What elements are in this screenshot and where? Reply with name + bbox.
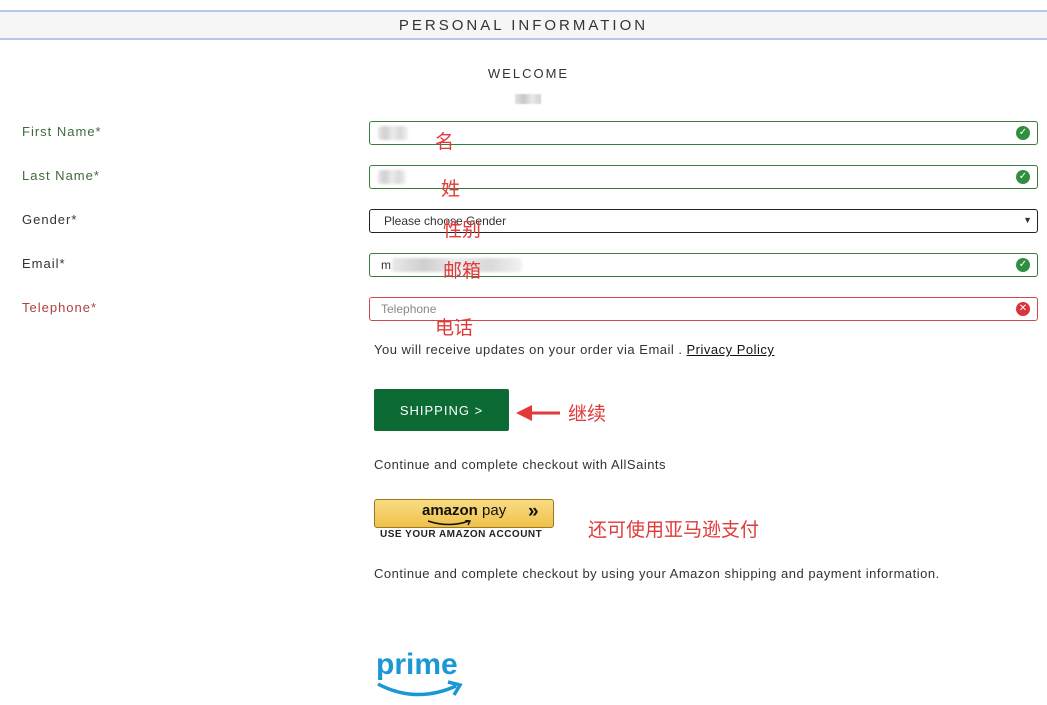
dropdown-arrow-icon: ▼ (1023, 215, 1032, 225)
privacy-policy-link[interactable]: Privacy Policy (687, 342, 775, 357)
email-label: Email* (22, 256, 66, 271)
telephone-label: Telephone* (22, 300, 98, 315)
notice-text: You will receive updates on your order v… (374, 342, 683, 357)
last-name-annotation: 姓 (441, 178, 461, 200)
shipping-button[interactable]: SHIPPING > (374, 389, 509, 431)
shipping-annotation: 继续 (568, 403, 607, 425)
first-name-annotation: 名 (435, 131, 455, 153)
error-x-icon: ✕ (1016, 302, 1030, 316)
section-header: PERSONAL INFORMATION (0, 10, 1047, 40)
welcome-heading: WELCOME (487, 66, 570, 81)
first-name-value-redacted (378, 126, 408, 140)
prime-logo-text: prime (376, 648, 458, 681)
amazon-pay-annotation: 还可使用亚马逊支付 (588, 519, 760, 541)
continue-checkout-text: Continue and complete checkout with AllS… (374, 457, 667, 472)
check-icon: ✓ (1016, 170, 1030, 184)
first-name-field[interactable]: ✓ (369, 121, 1038, 145)
last-name-label: Last Name* (22, 168, 100, 183)
double-chevron-icon: » (528, 501, 539, 522)
customer-name-redacted (515, 94, 541, 104)
amazon-prime-logo: prime (376, 648, 463, 697)
check-icon: ✓ (1016, 258, 1030, 272)
gender-label: Gender* (22, 212, 78, 227)
amazon-pay-subtext: USE YOUR AMAZON ACCOUNT (380, 529, 543, 540)
amazon-smile-icon (427, 520, 471, 526)
last-name-field[interactable]: ✓ (369, 165, 1038, 189)
amazon-pay-logo: amazon pay (422, 502, 507, 519)
email-annotation: 邮箱 (443, 260, 482, 282)
first-name-label: First Name* (22, 124, 102, 139)
email-updates-notice: You will receive updates on your order v… (374, 342, 774, 357)
check-icon: ✓ (1016, 126, 1030, 140)
amazon-pay-button-face: amazon pay » (374, 499, 554, 528)
last-name-value-redacted (378, 170, 406, 184)
arrow-left-icon (516, 405, 560, 421)
telephone-annotation: 电话 (435, 317, 474, 339)
amazon-checkout-description: Continue and complete checkout by using … (374, 566, 940, 581)
amazon-pay-button[interactable]: amazon pay » USE YOUR AMAZON ACCOUNT (374, 499, 554, 541)
email-value-prefix: m (381, 258, 391, 272)
gender-annotation: 性别 (443, 219, 482, 241)
